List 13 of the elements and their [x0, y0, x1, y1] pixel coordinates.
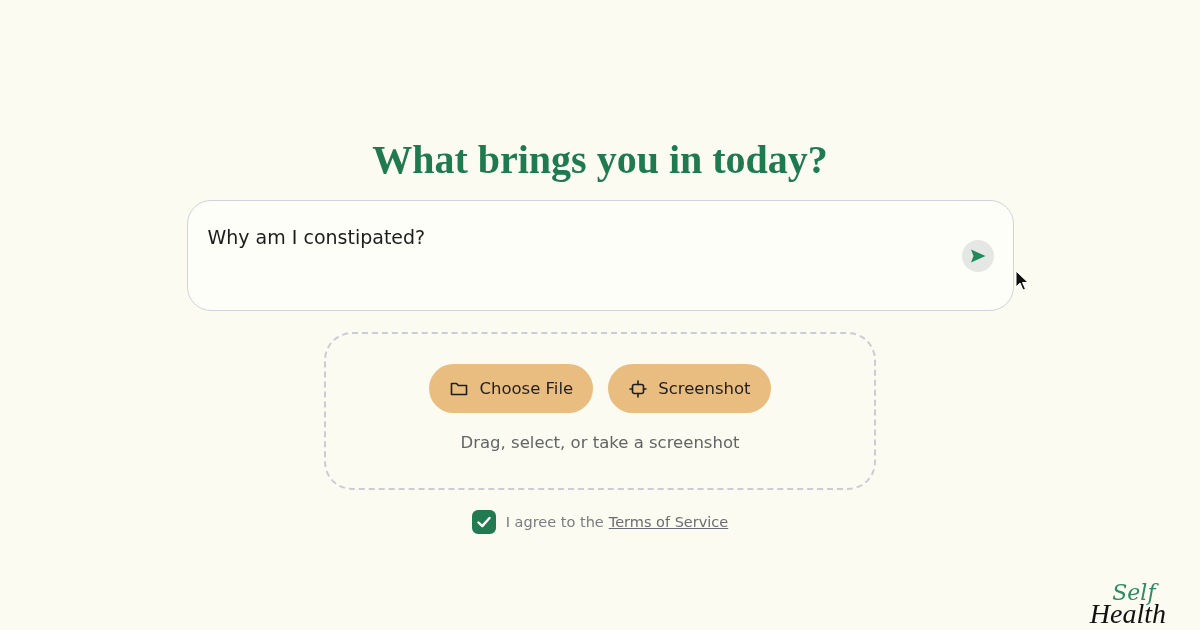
send-icon	[969, 249, 986, 263]
mouse-pointer-icon	[1015, 270, 1029, 292]
agreement-text: I agree to the	[505, 514, 604, 530]
page-heading: What brings you in today?	[372, 136, 828, 184]
tick-icon	[476, 516, 491, 528]
agree-checkbox[interactable]	[471, 510, 496, 534]
screenshot-button[interactable]: Screenshot	[608, 364, 771, 413]
question-field[interactable]: Why am I constipated?	[186, 200, 1014, 311]
crosshair-frame-icon	[629, 379, 648, 398]
file-drop-zone[interactable]: Choose File Screenshot Drag, select, or take a screenshot	[324, 332, 876, 490]
choose-file-button[interactable]: Choose File	[429, 364, 594, 413]
terms-of-service-link[interactable]: Terms of Service	[608, 514, 729, 530]
drop-zone-hint: Drag, select, or take a screenshot	[460, 432, 740, 453]
